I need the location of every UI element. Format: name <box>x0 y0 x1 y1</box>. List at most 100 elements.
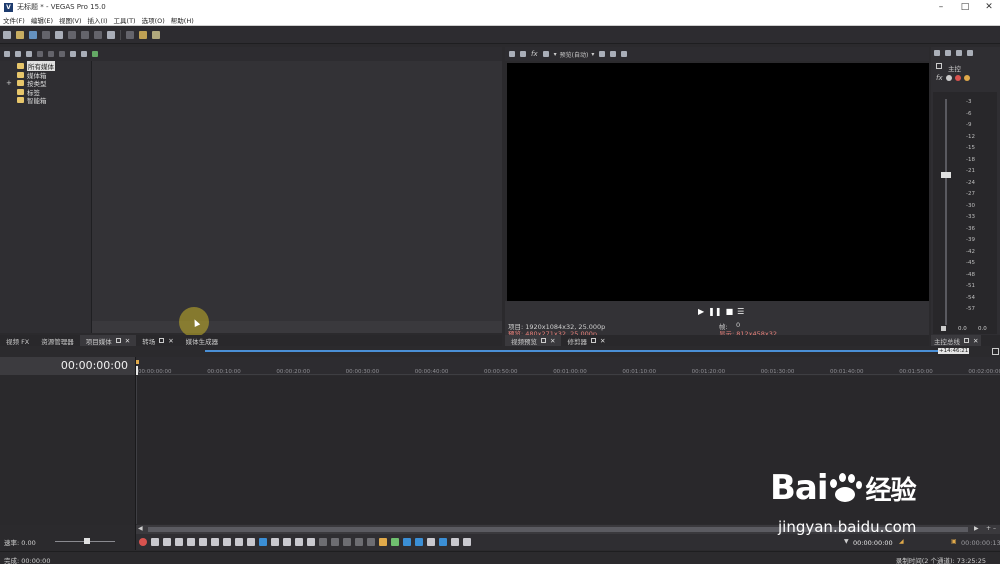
tab-master-bus[interactable]: 主控总线 ✕ <box>931 335 982 346</box>
external-monitor-icon[interactable] <box>520 51 526 57</box>
paste-icon[interactable] <box>94 31 102 39</box>
trim-end-icon[interactable] <box>331 538 339 546</box>
pause-icon[interactable]: ❚❚ <box>708 307 721 316</box>
get-media-icon[interactable] <box>26 51 32 57</box>
undock-icon[interactable] <box>115 338 121 343</box>
tree-item-smart-bins[interactable]: 智能箱 <box>17 96 47 105</box>
go-to-start-icon[interactable] <box>211 538 219 546</box>
previous-frame-icon[interactable] <box>235 538 243 546</box>
menu-help[interactable]: 帮助(H) <box>171 15 194 25</box>
downmix-icon[interactable] <box>945 50 951 56</box>
views-icon[interactable] <box>81 51 87 57</box>
insert-region-icon[interactable] <box>391 538 399 546</box>
tree-item-all-media[interactable]: 所有媒体 <box>17 61 55 71</box>
play-media-icon[interactable] <box>48 51 54 57</box>
redo-icon[interactable] <box>126 31 134 39</box>
normal-edit-tool-icon[interactable] <box>259 538 267 546</box>
cursor-position-time[interactable]: 00:00:00:00 <box>853 539 893 547</box>
cut-icon[interactable] <box>68 31 76 39</box>
master-settings-icon[interactable] <box>934 50 940 56</box>
timeline-corner-icon[interactable] <box>992 348 999 355</box>
play-icon[interactable] <box>175 538 183 546</box>
edit-tool-icon[interactable] <box>139 31 147 39</box>
close-tab-icon[interactable]: ✕ <box>550 337 555 345</box>
tree-item-by-type[interactable]: 按类型 <box>17 79 47 88</box>
selection-end-time[interactable]: 00:00:00:13 <box>961 539 1000 547</box>
preview-quality-select[interactable]: 预览(自动) <box>560 50 589 59</box>
stop-icon[interactable]: ■ <box>726 307 734 316</box>
menu-list-icon[interactable]: ☰ <box>737 307 744 316</box>
tab-trimmer[interactable]: 修剪器 ✕ <box>561 335 611 346</box>
close-tab-icon[interactable]: ✕ <box>168 337 173 345</box>
overlays-icon[interactable] <box>599 51 606 57</box>
delete-icon[interactable] <box>343 538 351 546</box>
copy-icon[interactable] <box>81 31 89 39</box>
menu-view[interactable]: 视图(V) <box>59 15 82 25</box>
scroll-right-icon[interactable]: ▶ <box>974 525 979 532</box>
timeline-scroll-indicator[interactable] <box>205 350 938 352</box>
properties-icon[interactable] <box>70 51 76 57</box>
zoom-in-icon[interactable]: + <box>986 525 991 532</box>
media-list-scrollbar[interactable] <box>92 321 502 333</box>
timecode-display[interactable]: 00:00:00:00 <box>61 359 128 372</box>
undo-icon[interactable] <box>107 31 115 39</box>
close-tab-icon[interactable]: ✕ <box>125 337 130 345</box>
stop-media-icon[interactable] <box>59 51 65 57</box>
trim-icon[interactable] <box>307 538 315 546</box>
dropdown-chevron-icon[interactable]: ▾ <box>554 51 557 58</box>
snapping-icon[interactable] <box>403 538 411 546</box>
video-preview-screen[interactable] <box>507 63 929 301</box>
undock-icon[interactable] <box>964 338 969 343</box>
speaker-icon[interactable] <box>956 50 962 56</box>
record-icon[interactable] <box>139 538 147 546</box>
menu-insert[interactable]: 插入(I) <box>88 15 108 25</box>
tab-project-media[interactable]: 项目媒体 ✕ <box>79 335 137 346</box>
close-tab-icon[interactable]: ✕ <box>973 337 978 345</box>
menu-options[interactable]: 选项(O) <box>142 15 165 25</box>
settings-gear-icon[interactable] <box>55 31 63 39</box>
play-from-start-icon[interactable] <box>163 538 171 546</box>
tab-video-preview[interactable]: 视频预览 ✕ <box>505 335 562 346</box>
trim-start-icon[interactable] <box>319 538 327 546</box>
lock-icon[interactable] <box>941 326 946 331</box>
ripple-icon[interactable] <box>355 538 363 546</box>
play-icon[interactable]: ▶ <box>698 307 704 316</box>
rate-slider-handle[interactable] <box>84 538 90 544</box>
minimize-button[interactable]: – <box>928 0 954 14</box>
selection-edit-icon[interactable] <box>283 538 291 546</box>
selection-icon[interactable] <box>463 538 471 546</box>
tab-media-generators[interactable]: 媒体生成器 <box>180 335 225 346</box>
capture-icon[interactable] <box>15 51 21 57</box>
master-fx-icon[interactable]: fx <box>936 74 943 82</box>
import-media-icon[interactable] <box>4 51 10 57</box>
pause-icon[interactable] <box>187 538 195 546</box>
next-frame-icon[interactable] <box>247 538 255 546</box>
dropdown-chevron-icon[interactable]: ▾ <box>591 51 594 58</box>
menu-edit[interactable]: 编辑(E) <box>31 15 53 25</box>
new-file-icon[interactable] <box>3 31 11 39</box>
split-icon[interactable] <box>295 538 303 546</box>
stop-icon[interactable] <box>199 538 207 546</box>
tab-explorer[interactable]: 资源管理器 <box>35 335 80 346</box>
master-checkbox[interactable] <box>936 63 942 69</box>
open-folder-icon[interactable] <box>16 31 24 39</box>
envelope-edit-icon[interactable] <box>271 538 279 546</box>
lock-events-icon[interactable] <box>367 538 375 546</box>
copy-snapshot-icon[interactable] <box>610 51 617 57</box>
zoom-out-icon[interactable]: – <box>993 525 996 532</box>
save-snapshot-icon[interactable] <box>621 51 628 57</box>
go-to-end-icon[interactable] <box>223 538 231 546</box>
tab-video-fx[interactable]: 视频 FX <box>0 335 35 346</box>
event-grouping-icon[interactable] <box>439 538 447 546</box>
insert-marker-icon[interactable] <box>379 538 387 546</box>
video-fx-icon[interactable]: fx <box>531 50 538 58</box>
preview-settings-icon[interactable] <box>509 51 515 57</box>
close-tab-icon[interactable]: ✕ <box>600 337 605 345</box>
undock-icon[interactable] <box>541 338 546 343</box>
undock-icon[interactable] <box>159 338 165 343</box>
expand-toggle-icon[interactable]: + <box>6 79 12 87</box>
render-icon[interactable] <box>42 31 50 39</box>
scroll-left-icon[interactable]: ◀ <box>138 525 143 532</box>
fader-handle[interactable] <box>941 172 951 178</box>
split-screen-icon[interactable] <box>542 51 549 57</box>
